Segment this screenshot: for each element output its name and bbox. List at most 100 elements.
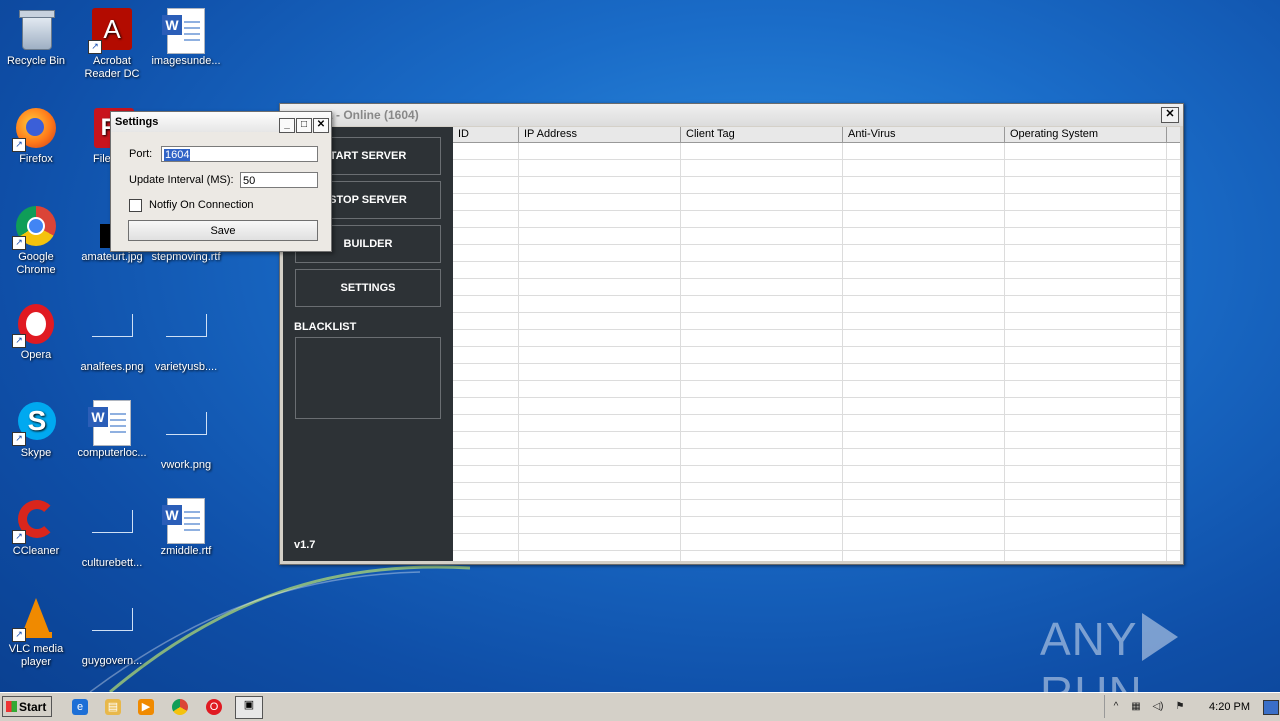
close-button[interactable]: ✕ — [313, 118, 329, 133]
close-button[interactable]: ✕ — [1161, 107, 1179, 123]
shortcut-arrow-icon: ↗ — [88, 40, 102, 54]
desktop-icon-chrome[interactable]: ↗ Google Chrome — [0, 198, 74, 277]
ie-icon[interactable]: e — [72, 699, 88, 715]
image-file-icon — [164, 412, 208, 456]
desktop-icon-vwork[interactable]: vwork.png — [148, 394, 224, 472]
column-header-client-tag[interactable]: Client Tag — [680, 127, 842, 142]
desktop-icon-label: stepmoving.rtf — [151, 251, 221, 263]
settings-titlebar[interactable]: Settings _ □ ✕ — [111, 112, 331, 133]
update-interval-value: 50 — [243, 175, 256, 187]
desktop-icon-label: guygovern... — [81, 655, 143, 667]
skype-icon: S ↗ — [12, 400, 58, 446]
column-header-ip[interactable]: IP Address — [518, 127, 680, 142]
column-header-antivirus[interactable]: Anti-Virus — [842, 127, 1004, 142]
settings-dialog[interactable]: Settings _ □ ✕ Port: 1604 Update Interval … — [110, 111, 332, 252]
chrome-icon: ↗ — [12, 204, 58, 250]
app-title: at - Online (1604) — [322, 108, 419, 122]
port-input[interactable]: 1604 — [161, 146, 318, 162]
word-doc-icon: W — [162, 8, 208, 54]
taskbar: Start e ▤ ▶ O ▣ ^ ▦ ◁) ⚑ 4:20 PM — [0, 692, 1280, 721]
update-interval-label: Update Interval (MS): — [129, 174, 234, 186]
desktop-icon-skype[interactable]: S ↗ Skype — [0, 394, 74, 460]
shortcut-arrow-icon: ↗ — [12, 432, 26, 446]
desktop-icon-imagesunde[interactable]: W imagesunde... — [148, 2, 224, 68]
shortcut-arrow-icon: ↗ — [12, 628, 26, 642]
start-button[interactable]: Start — [2, 696, 52, 717]
image-file-icon — [90, 608, 134, 652]
watermark-left: ANY — [1040, 613, 1138, 665]
maximize-button[interactable]: □ — [296, 118, 312, 133]
shortcut-arrow-icon: ↗ — [12, 236, 26, 250]
desktop-icon-label: zmiddle.rtf — [160, 545, 212, 557]
desktop-icon-opera[interactable]: ↗ Opera — [0, 296, 74, 362]
settings-button[interactable]: SETTINGS — [295, 269, 441, 307]
windows-flag-icon — [6, 701, 17, 712]
image-file-icon — [90, 510, 134, 554]
desktop-icon-guygovern[interactable]: guygovern... — [74, 590, 150, 668]
desktop-icon-culturebett[interactable]: culturebett... — [74, 492, 150, 570]
desktop-icon-label: CCleaner — [12, 545, 60, 557]
desktop-icon-label: analfees.png — [80, 361, 144, 373]
flag-icon[interactable]: ⚑ — [1173, 700, 1187, 713]
column-header-filler — [1166, 127, 1180, 142]
save-button[interactable]: Save — [128, 220, 318, 241]
acrobat-icon: A ↗ — [88, 8, 134, 54]
volume-icon[interactable]: ◁) — [1151, 700, 1165, 713]
desktop-icon-recycle-bin[interactable]: Recycle Bin — [0, 2, 74, 68]
column-header-id[interactable]: ID — [453, 127, 518, 142]
desktop-icon-analfees[interactable]: analfees.png — [74, 296, 150, 374]
desktop-icon-label: Opera — [20, 349, 52, 361]
desktop-icon-firefox[interactable]: ↗ Firefox — [0, 100, 74, 166]
explorer-icon[interactable]: ▤ — [105, 699, 121, 715]
ccleaner-icon: ↗ — [12, 498, 58, 544]
opera-icon: ↗ — [12, 302, 58, 348]
grid-header: ID IP Address Client Tag Anti-Virus Oper… — [453, 127, 1180, 143]
blacklist-box[interactable] — [295, 337, 441, 419]
notify-checkbox[interactable] — [129, 199, 142, 212]
shortcut-arrow-icon: ↗ — [12, 530, 26, 544]
grid-rows[interactable] — [453, 143, 1180, 561]
image-file-icon — [90, 314, 134, 358]
tray-arrow-icon[interactable]: ^ — [1109, 700, 1123, 713]
vlc-icon: ↗ — [12, 596, 58, 642]
recycle-bin-icon — [14, 8, 58, 52]
start-label: Start — [19, 700, 47, 714]
desktop-icon-label: culturebett... — [81, 557, 143, 569]
desktop-icon-label: Skype — [20, 447, 52, 459]
minimize-button[interactable]: _ — [279, 118, 295, 133]
update-interval-input[interactable]: 50 — [240, 172, 318, 188]
image-file-icon — [164, 314, 208, 358]
word-doc-icon: W — [162, 498, 208, 544]
desktop-icon-label: imagesunde... — [151, 55, 221, 67]
settings-title: Settings — [115, 116, 159, 128]
app-titlebar[interactable]: at - Online (1604) ✕ — [280, 104, 1183, 126]
desktop-icon-varietyusb[interactable]: varietyusb.... — [148, 296, 224, 374]
clients-grid[interactable]: ID IP Address Client Tag Anti-Virus Oper… — [453, 127, 1180, 561]
desktop-icon-label: computerloc... — [77, 447, 147, 459]
desktop-icon-label: varietyusb.... — [154, 361, 218, 373]
desktop-icon-zmiddle[interactable]: W zmiddle.rtf — [148, 492, 224, 558]
desktop-icon-label: Google Chrome — [16, 251, 56, 276]
desktop-icon-vlc[interactable]: ↗ VLC media player — [0, 590, 74, 669]
desktop-icon-label: VLC media player — [8, 643, 64, 668]
desktop-icon-label: Recycle Bin — [6, 55, 66, 67]
opera-icon[interactable]: O — [206, 699, 222, 715]
app-window-icon[interactable]: ▣ — [235, 696, 263, 719]
media-player-icon[interactable]: ▶ — [138, 699, 154, 715]
shortcut-arrow-icon: ↗ — [12, 138, 26, 152]
column-header-os[interactable]: Operating System — [1004, 127, 1166, 142]
app-window[interactable]: at - Online (1604) ✕ TART SERVER STOP SE… — [279, 103, 1184, 565]
desktop-icon-computerloc[interactable]: W computerloc... — [74, 394, 150, 460]
clock[interactable]: 4:20 PM — [1209, 701, 1250, 713]
desktop-icon-acrobat[interactable]: A ↗ Acrobat Reader DC — [74, 2, 150, 81]
system-tray: ^ ▦ ◁) ⚑ 4:20 PM — [1104, 695, 1280, 718]
show-desktop-icon[interactable] — [1263, 700, 1279, 715]
network-icon[interactable]: ▦ — [1129, 700, 1143, 713]
port-label: Port: — [129, 148, 153, 160]
chrome-icon[interactable] — [172, 699, 188, 715]
grid-column-divider — [1004, 143, 1005, 561]
desktop-icon-label: vwork.png — [160, 459, 212, 471]
desktop-icon-ccleaner[interactable]: ↗ CCleaner — [0, 492, 74, 558]
word-doc-icon: W — [88, 400, 134, 446]
shortcut-arrow-icon: ↗ — [12, 334, 26, 348]
